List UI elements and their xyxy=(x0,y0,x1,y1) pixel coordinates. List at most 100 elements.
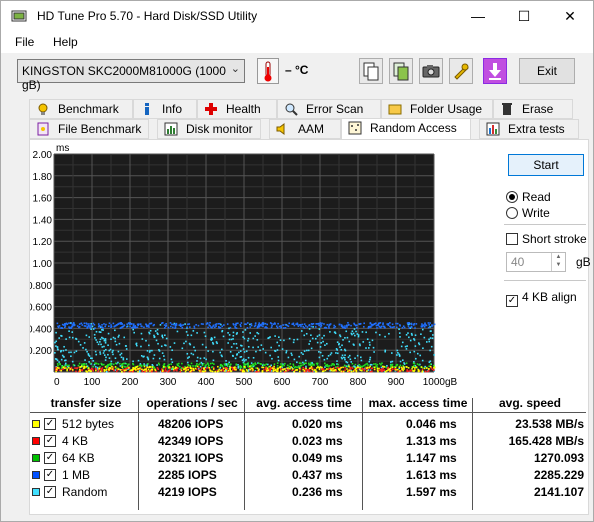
scatter-point-512-bytes xyxy=(287,367,289,370)
scatter-point-random xyxy=(158,357,161,360)
tab-folder-usage[interactable]: Folder Usage xyxy=(381,99,493,119)
scatter-point-4-kb xyxy=(302,366,305,369)
scatter-point-random xyxy=(85,334,88,337)
scatter-point-512-bytes xyxy=(147,368,150,371)
scatter-point-1-mb xyxy=(359,323,361,326)
scatter-point-random xyxy=(252,346,254,349)
scatter-point-1-mb xyxy=(193,327,196,329)
options-button[interactable] xyxy=(449,58,473,84)
scatter-point-random xyxy=(316,335,319,338)
scatter-point-4-kb xyxy=(383,369,386,371)
drive-select[interactable]: KINGSTON SKC2000M81000G (1000 gB) ⌄ xyxy=(17,59,245,92)
scatter-point-1-mb xyxy=(229,326,232,329)
scatter-point-random xyxy=(276,341,279,344)
close-button[interactable]: ✕ xyxy=(547,1,593,31)
scatter-point-1-mb xyxy=(256,327,259,329)
scatter-point-random xyxy=(296,338,299,341)
scatter-point-512-bytes xyxy=(279,365,282,368)
write-radio[interactable]: Write xyxy=(506,206,550,222)
series-checkbox[interactable]: ✓ xyxy=(44,469,56,481)
x-tick-label: 900 xyxy=(388,377,405,388)
tab-erase[interactable]: Erase xyxy=(493,99,573,119)
short-stroke-stepper[interactable]: 40 ▲ ▼ xyxy=(506,252,566,272)
scatter-point-512-bytes xyxy=(137,367,140,370)
tab-benchmark[interactable]: Benchmark xyxy=(29,99,133,119)
exit-button[interactable]: Exit xyxy=(519,58,575,84)
scatter-point-512-bytes xyxy=(412,369,414,372)
menu-help[interactable]: Help xyxy=(53,35,78,49)
scatter-point-random xyxy=(249,323,251,326)
scatter-point-1-mb xyxy=(355,324,358,327)
scatter-point-random xyxy=(212,343,215,345)
scatter-point-random xyxy=(83,342,86,344)
menu-file[interactable]: File xyxy=(15,35,34,49)
copy-text-button[interactable] xyxy=(359,58,383,84)
scatter-point-1-mb xyxy=(363,322,365,325)
scatter-point-random xyxy=(221,348,223,351)
scatter-point-4-kb xyxy=(287,369,290,372)
series-checkbox[interactable]: ✓ xyxy=(44,486,56,498)
scatter-point-random xyxy=(303,350,306,352)
start-button[interactable]: Start xyxy=(508,154,584,176)
scatter-point-512-bytes xyxy=(394,366,397,369)
scatter-point-4-kb xyxy=(58,369,61,371)
tab-health[interactable]: Health xyxy=(197,99,277,119)
scatter-point-4-kb xyxy=(311,370,314,373)
tab-error-scan[interactable]: Error Scan xyxy=(277,99,381,119)
scatter-point-64-kb xyxy=(211,362,214,365)
scatter-point-512-bytes xyxy=(257,369,260,372)
scatter-point-512-bytes xyxy=(266,369,268,372)
scatter-point-1-mb xyxy=(376,327,378,329)
scatter-point-512-bytes xyxy=(136,365,139,368)
scatter-point-1-mb xyxy=(402,325,405,328)
scatter-point-1-mb xyxy=(165,323,167,325)
scatter-point-random xyxy=(105,356,107,359)
scatter-point-512-bytes xyxy=(121,370,123,373)
scatter-point-64-kb xyxy=(168,363,170,366)
download-update-button[interactable] xyxy=(483,58,507,84)
scatter-point-64-kb xyxy=(210,366,213,369)
max-access-cell: 1.597 ms xyxy=(406,485,457,499)
minimize-button[interactable]: — xyxy=(455,1,501,31)
scatter-point-random xyxy=(114,329,116,332)
tab-file-benchmark[interactable]: File Benchmark xyxy=(29,119,149,139)
info-icon xyxy=(140,102,154,116)
scatter-point-random xyxy=(274,335,276,337)
scatter-point-4-kb xyxy=(361,367,363,370)
scatter-point-random xyxy=(371,339,374,342)
scatter-point-512-bytes xyxy=(149,370,151,372)
scatter-point-random xyxy=(143,355,145,358)
scatter-point-64-kb xyxy=(243,364,246,366)
scatter-point-64-kb xyxy=(95,362,98,365)
scatter-point-1-mb xyxy=(80,322,83,325)
scatter-point-random xyxy=(94,350,97,353)
tab-disk-monitor[interactable]: Disk monitor xyxy=(157,119,261,139)
copy-screenshot-button[interactable] xyxy=(389,58,413,84)
scatter-point-1-mb xyxy=(126,323,128,325)
scatter-point-random xyxy=(235,333,238,335)
stepper-arrows-icon[interactable]: ▲ ▼ xyxy=(551,253,565,271)
short-stroke-checkbox[interactable]: Short stroke xyxy=(506,232,587,248)
maximize-button[interactable]: ☐ xyxy=(501,1,547,31)
scatter-point-1-mb xyxy=(101,324,103,326)
scatter-point-1-mb xyxy=(379,326,382,329)
scatter-point-64-kb xyxy=(289,363,292,365)
read-radio[interactable]: Read xyxy=(506,190,551,206)
tab-info[interactable]: Info xyxy=(133,99,197,119)
scatter-point-512-bytes xyxy=(426,367,428,369)
tab-extra-tests[interactable]: Extra tests xyxy=(479,119,579,139)
scatter-point-1-mb xyxy=(72,323,74,326)
save-screenshot-button[interactable] xyxy=(419,58,443,84)
scatter-point-random xyxy=(281,348,284,350)
scatter-point-1-mb xyxy=(112,322,115,325)
tab-aam[interactable]: AAM xyxy=(269,119,341,139)
tab-random-access[interactable]: Random Access xyxy=(341,118,471,140)
scatter-point-64-kb xyxy=(254,362,257,364)
scatter-point-random xyxy=(171,361,174,364)
series-checkbox[interactable]: ✓ xyxy=(44,435,56,447)
scatter-point-64-kb xyxy=(107,363,109,366)
series-checkbox[interactable]: ✓ xyxy=(44,452,56,464)
scatter-point-1-mb xyxy=(200,323,203,325)
series-checkbox[interactable]: ✓ xyxy=(44,418,56,430)
4kb-align-checkbox[interactable]: ✓ 4 KB align xyxy=(506,290,577,307)
